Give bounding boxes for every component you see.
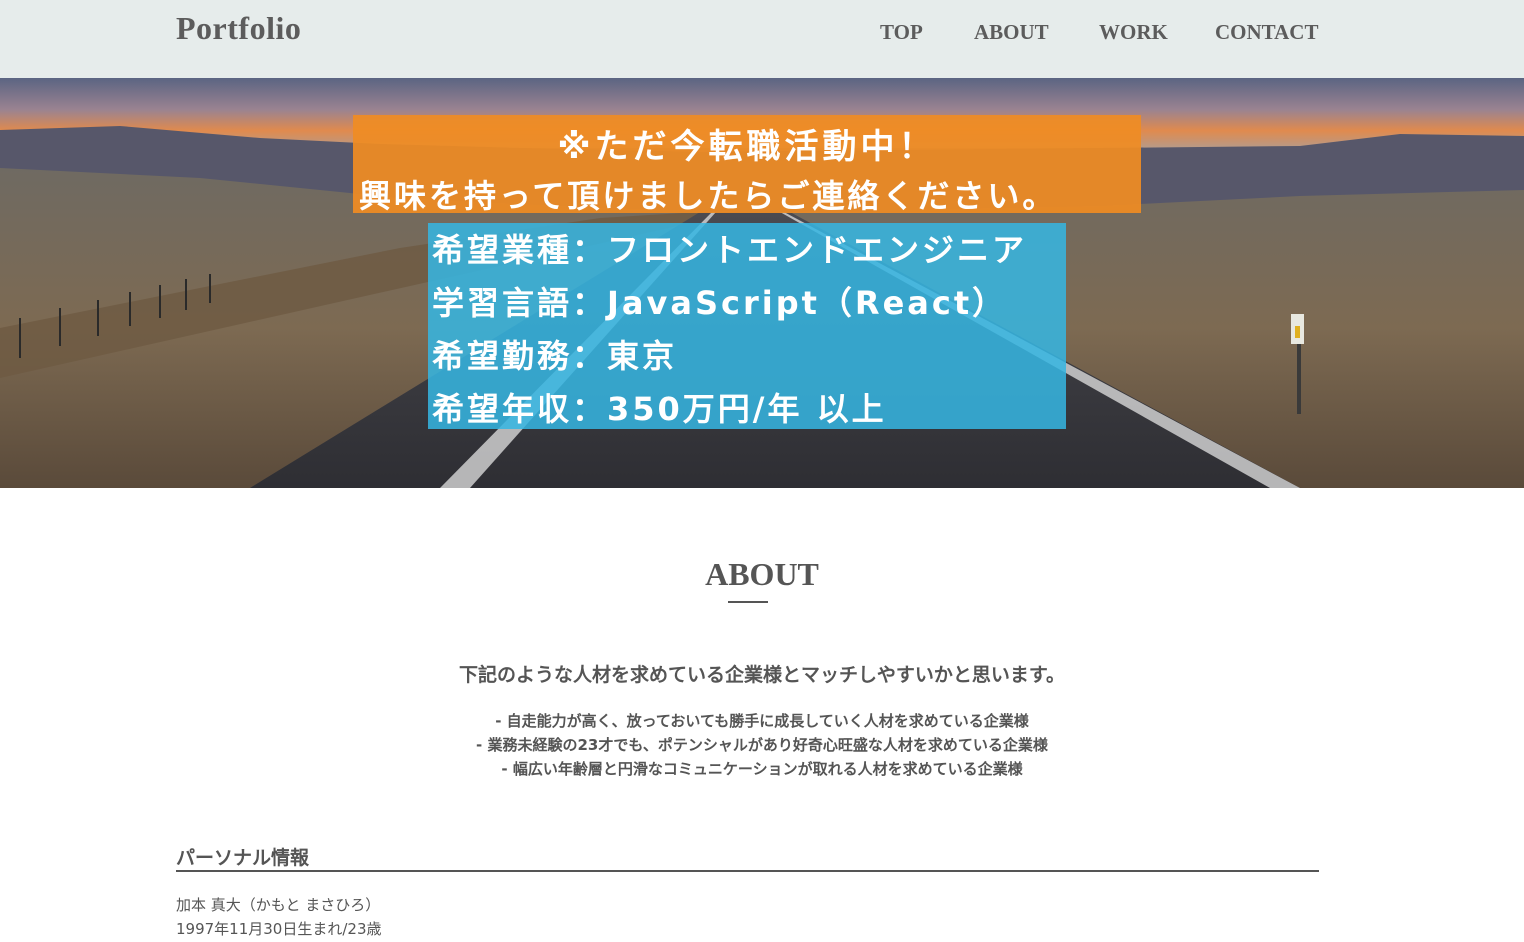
personal-info: 加本 真大（かもと まさひろ） 1997年11月30日生まれ/23歳 [176, 893, 382, 941]
about-title: ABOUT [705, 556, 819, 592]
contact-request-text: 興味を持って頂けましたらご連絡ください。 [359, 177, 1058, 215]
desired-location: 希望勤務：東京 [432, 337, 678, 375]
desired-salary: 希望年収：350万円/年 以上 [432, 390, 887, 428]
personal-info-heading: パーソナル情報 [176, 847, 310, 869]
road-marker-pole [1297, 344, 1301, 414]
nav-top-link[interactable]: TOP [880, 20, 923, 45]
list-item: - 業務未経験の23才でも、ポテンシャルがあり好奇心旺盛な人材を求めている企業様 [476, 736, 1048, 754]
job-seeking-banner: ※ただ今転職活動中！ 興味を持って頂けましたらご連絡ください。 [353, 115, 1141, 215]
nav-work-link[interactable]: WORK [1099, 20, 1168, 45]
list-item: - 幅広い年齢層と円滑なコミュニケーションが取れる人材を求めている企業様 [501, 760, 1023, 778]
job-seeking-headline: ※ただ今転職活動中！ [557, 127, 937, 167]
hero-section: ※ただ今転職活動中！ 興味を持って頂けましたらご連絡ください。 希望業種：フロン… [0, 78, 1524, 488]
site-header: Portfolio TOP ABOUT WORK CONTACT [0, 0, 1524, 78]
about-title-underline [728, 601, 768, 603]
nav-about-link[interactable]: ABOUT [974, 20, 1049, 45]
section-divider [176, 870, 1319, 872]
road-marker-reflector [1295, 326, 1300, 338]
main-nav: TOP ABOUT WORK CONTACT [0, 20, 1524, 50]
personal-birthdate: 1997年11月30日生まれ/23歳 [176, 920, 382, 938]
desired-industry: 希望業種：フロントエンドエンジニア [432, 231, 1028, 269]
list-item: - 自走能力が高く、放っておいても勝手に成長していく人材を求めている企業様 [495, 712, 1029, 730]
personal-name: 加本 真大（かもと まさひろ） [176, 896, 381, 914]
job-conditions-banner: 希望業種：フロントエンドエンジニア 学習言語：JavaScript（React）… [428, 223, 1066, 429]
nav-contact-link[interactable]: CONTACT [1215, 20, 1318, 45]
learning-language: 学習言語：JavaScript（React） [432, 284, 1008, 322]
about-bullet-list: - 自走能力が高く、放っておいても勝手に成長していく人材を求めている企業様 - … [0, 709, 1524, 781]
about-lead: 下記のような人材を求めている企業様とマッチしやすいかと思います。 [459, 664, 1065, 686]
